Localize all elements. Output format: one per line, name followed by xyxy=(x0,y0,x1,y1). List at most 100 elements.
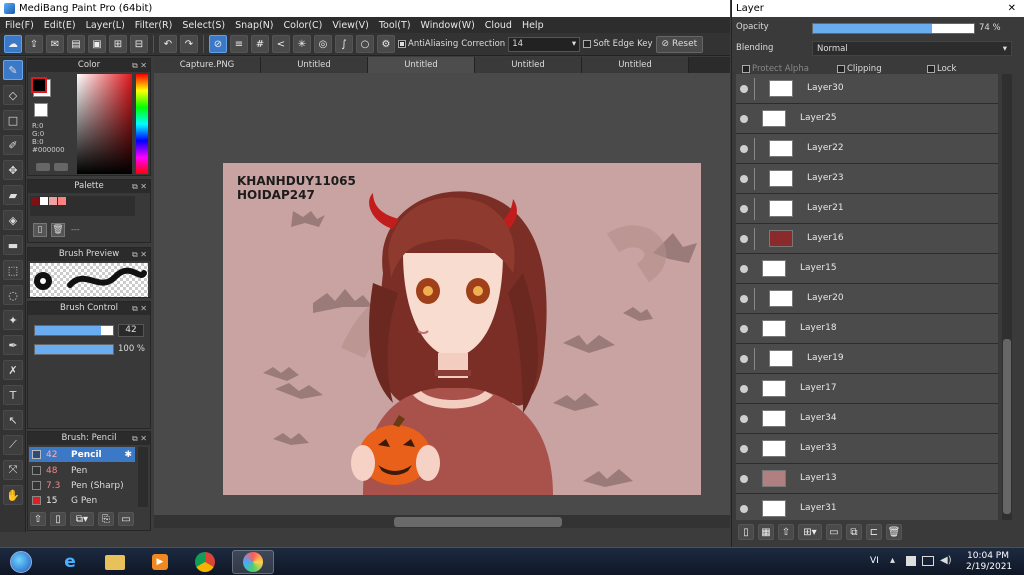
new-halftone-layer-icon[interactable]: ▦ xyxy=(758,524,774,540)
duplicate-layer-icon[interactable]: ⧉ xyxy=(846,524,862,540)
eye-icon[interactable] xyxy=(740,505,748,513)
eye-icon[interactable] xyxy=(740,325,748,333)
tab-capture[interactable]: Capture.PNG xyxy=(154,57,261,73)
menu-file[interactable]: File(F) xyxy=(0,20,39,31)
volume-icon[interactable]: ◀) xyxy=(940,555,952,566)
network-icon[interactable] xyxy=(922,556,934,566)
eyedropper-tool-icon[interactable]: ⤧ xyxy=(3,460,23,480)
folder-icon[interactable]: ▭ xyxy=(826,524,842,540)
brush-size-value[interactable]: 42 xyxy=(118,324,144,337)
layer-row[interactable]: Layer23 xyxy=(736,164,998,194)
layer-row[interactable]: Layer20 xyxy=(736,284,998,314)
tab-untitled-4[interactable]: Untitled xyxy=(582,57,689,73)
layer-list-scrollbar[interactable] xyxy=(1002,74,1012,520)
transparent-color-swatch[interactable] xyxy=(34,103,48,117)
layer-scroll-thumb[interactable] xyxy=(1003,339,1011,514)
palette-swatch[interactable] xyxy=(31,197,39,205)
layer-row[interactable]: Layer19 xyxy=(736,344,998,374)
brush-copy-icon[interactable]: ⧉▾ xyxy=(70,512,94,526)
chrome-taskbar[interactable] xyxy=(185,550,225,574)
lock-toggle[interactable]: Lock xyxy=(927,64,956,74)
saturation-value-picker[interactable] xyxy=(77,74,132,174)
brush-item-pencil[interactable]: 42 Pencil ✱ xyxy=(29,447,135,462)
rectangle-tool-icon[interactable]: □ xyxy=(3,110,23,130)
layer-row[interactable]: Layer33 xyxy=(736,434,998,464)
correction-select[interactable]: 14 ▾ xyxy=(508,36,581,52)
palette-swatch[interactable] xyxy=(58,197,66,205)
panel-close-icon[interactable]: ⧉ ✕ xyxy=(132,59,147,72)
folder-icon[interactable]: ▭ xyxy=(118,512,134,526)
palette-swatch[interactable] xyxy=(49,197,57,205)
material-icon[interactable]: ⊞ xyxy=(109,35,127,53)
reset-button[interactable]: ⊘ Reset xyxy=(655,35,704,53)
antialiasing-checkbox[interactable] xyxy=(398,39,406,48)
menu-cloud[interactable]: Cloud xyxy=(480,20,517,31)
close-icon[interactable]: ✕ xyxy=(1008,0,1016,17)
redo-icon[interactable]: ↷ xyxy=(180,35,198,53)
layer-opacity-slider[interactable] xyxy=(812,23,975,34)
internet-explorer-taskbar[interactable]: e xyxy=(50,550,90,574)
protect-alpha-toggle[interactable]: Protect Alpha xyxy=(742,64,809,74)
text-tool-icon[interactable]: T xyxy=(3,385,23,405)
brush-item-pen[interactable]: 48 Pen xyxy=(29,463,135,478)
eye-icon[interactable] xyxy=(740,145,748,153)
brush-tool-icon[interactable]: ✎ xyxy=(3,60,23,80)
select-tool-icon[interactable]: ⬚ xyxy=(3,260,23,280)
eye-icon[interactable] xyxy=(740,265,748,273)
eye-icon[interactable] xyxy=(740,205,748,213)
operation-tool-icon[interactable]: ↖ xyxy=(3,410,23,430)
soft-edge-toggle[interactable]: Soft Edge xyxy=(583,39,634,49)
brush-size-slider[interactable] xyxy=(34,325,114,336)
comment-icon[interactable]: ✉ xyxy=(46,35,64,53)
tab-untitled-2[interactable]: Untitled xyxy=(368,57,475,73)
eye-icon[interactable] xyxy=(740,235,748,243)
layer-row[interactable]: Layer18 xyxy=(736,314,998,344)
new-layer-icon[interactable]: ▯ xyxy=(738,524,754,540)
layer-row[interactable]: Layer25 xyxy=(736,104,998,134)
snap-ellipse-icon[interactable]: ○ xyxy=(356,35,374,53)
eye-icon[interactable] xyxy=(740,475,748,483)
layer-row[interactable]: Layer31 xyxy=(736,494,998,520)
snap-grid-icon[interactable]: # xyxy=(251,35,269,53)
brush-new-icon[interactable]: ▯ xyxy=(50,512,66,526)
clipping-checkbox[interactable] xyxy=(837,65,845,73)
layer-row[interactable]: Layer22 xyxy=(736,134,998,164)
menu-color[interactable]: Color(C) xyxy=(279,20,328,31)
snap-radial-icon[interactable]: ✳ xyxy=(293,35,311,53)
panel-close-icon[interactable]: ⧉ ✕ xyxy=(132,180,147,193)
brush-add-icon[interactable]: ⇧ xyxy=(30,512,46,526)
save-icon[interactable]: ▣ xyxy=(88,35,106,53)
eye-icon[interactable] xyxy=(740,115,748,123)
undo-icon[interactable]: ↶ xyxy=(159,35,177,53)
snap-perspective-icon[interactable]: < xyxy=(272,35,290,53)
brush-opacity-slider[interactable] xyxy=(34,344,114,355)
eye-icon[interactable] xyxy=(740,385,748,393)
menu-window[interactable]: Window(W) xyxy=(416,20,480,31)
lasso-tool-icon[interactable]: ◌ xyxy=(3,285,23,305)
bucket-tool-icon[interactable]: ◈ xyxy=(3,210,23,230)
input-language[interactable]: VI xyxy=(870,556,879,566)
magic-wand-tool-icon[interactable]: ✦ xyxy=(3,310,23,330)
layer-row[interactable]: Layer30 xyxy=(736,74,998,104)
lock-checkbox[interactable] xyxy=(927,65,935,73)
foreground-color-swatch[interactable] xyxy=(31,77,47,93)
add-layer-menu-icon[interactable]: ⊞▾ xyxy=(798,524,822,540)
select-pen-tool-icon[interactable]: ✒ xyxy=(3,335,23,355)
layer-row[interactable]: Layer17 xyxy=(736,374,998,404)
add-palette-icon[interactable]: ▯ xyxy=(33,223,47,237)
tab-untitled-3[interactable]: Untitled xyxy=(475,57,582,73)
divide-tool-icon[interactable]: ⟋ xyxy=(3,435,23,455)
panel-close-icon[interactable]: ⧉ ✕ xyxy=(132,302,147,315)
color-swap-icon[interactable] xyxy=(54,163,68,171)
blending-select[interactable]: Normal ▾ xyxy=(812,41,1012,56)
hue-slider[interactable] xyxy=(136,74,148,174)
menu-snap[interactable]: Snap(N) xyxy=(230,20,278,31)
panel-close-icon[interactable]: ⧉ ✕ xyxy=(132,248,147,261)
merge-layer-icon[interactable]: ⊏ xyxy=(866,524,882,540)
trash-icon[interactable]: 🗑 xyxy=(51,223,65,237)
gear-icon[interactable]: ✱ xyxy=(124,450,132,460)
menu-edit[interactable]: Edit(E) xyxy=(39,20,81,31)
cloud-icon[interactable]: ☁ xyxy=(4,35,22,53)
eye-icon[interactable] xyxy=(740,295,748,303)
menu-tool[interactable]: Tool(T) xyxy=(374,20,416,31)
